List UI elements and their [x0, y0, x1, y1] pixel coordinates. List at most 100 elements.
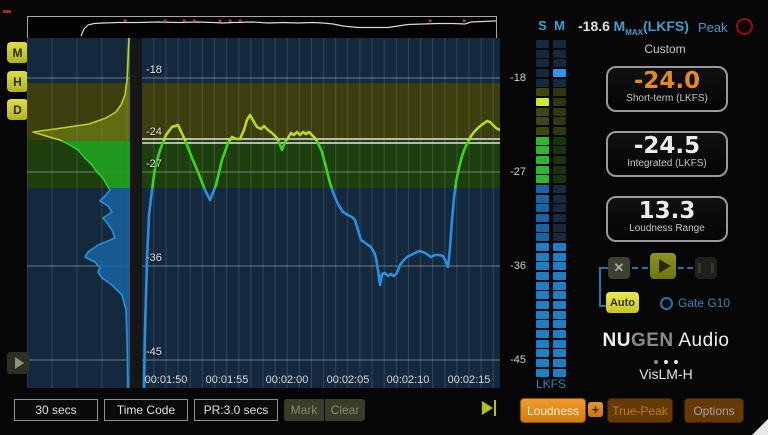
meter-segment-m [553, 146, 566, 154]
tab-true-peak[interactable]: True-Peak [607, 398, 673, 423]
page-dot[interactable] [654, 360, 658, 364]
histogram-expand-button[interactable] [7, 352, 29, 374]
play-icon [659, 259, 671, 273]
meter-segment-m [553, 253, 566, 261]
meter-segment-m [553, 330, 566, 338]
meter-segment-s [536, 50, 549, 58]
meter-segment-s [536, 291, 549, 299]
logo-gen: GEN [631, 330, 674, 351]
meter-segment-m [553, 291, 566, 299]
tab-loudness[interactable]: Loudness [520, 398, 586, 423]
add-view-button[interactable]: + [588, 402, 603, 417]
meter-segment-m [553, 282, 566, 290]
mmax-letter: M [614, 18, 626, 34]
meter-segment-m [553, 79, 566, 87]
clear-button[interactable]: Clear [325, 399, 365, 421]
meter-segment-s [536, 301, 549, 309]
meter-segment-s [536, 311, 549, 319]
peak-indicator-led[interactable] [736, 18, 753, 35]
mark-button[interactable]: Mark [284, 399, 324, 421]
options-button[interactable]: Options [684, 398, 744, 423]
meter-segment-m [553, 369, 566, 377]
meter-segment-s [536, 88, 549, 96]
reset-button[interactable]: ✕ [608, 257, 630, 279]
meter-segment-s [536, 117, 549, 125]
meter-segment-m [553, 272, 566, 280]
timecode-button[interactable]: Time Code [104, 399, 188, 421]
meter-segment-m [553, 359, 566, 367]
skip-to-end-button[interactable] [482, 400, 499, 417]
meter-segment-s [536, 330, 549, 338]
meter-segment-m [553, 214, 566, 222]
meter-segment-m [553, 50, 566, 58]
logo-audio: Audio [674, 330, 730, 351]
mode-button-label: M [13, 46, 23, 60]
y-axis-label: -18 [146, 64, 162, 76]
product-name: VisLM-H [596, 366, 736, 382]
loudness-range-readout: 13.3 Loudness Range [606, 196, 728, 242]
meter-segment-m [553, 88, 566, 96]
mmax-unit: (LKFS) [643, 18, 689, 34]
meter-segment-s [536, 175, 549, 183]
meter-segment-m [553, 40, 566, 48]
distribution-histogram [27, 38, 130, 388]
meter-segment-s [536, 156, 549, 164]
meter-segment-s [536, 108, 549, 116]
y-axis-label: -27 [146, 158, 162, 170]
y-axis-label: -36 [146, 252, 162, 264]
history-overview-strip[interactable] [27, 16, 497, 40]
gate-label[interactable]: Gate G10 [678, 296, 730, 310]
meter-segment-s [536, 214, 549, 222]
vislm-plugin-window: M H D -18-24-27-36-45 00:01:5000:01:5500… [0, 0, 768, 435]
meter-unit-label: LKFS [530, 377, 572, 391]
meter-segment-s [536, 137, 549, 145]
window-length-button[interactable]: 30 secs [14, 399, 98, 421]
meter-segment-s [536, 253, 549, 261]
mode-button-momentary[interactable]: M [7, 42, 28, 63]
meter-segment-m [553, 98, 566, 106]
play-button[interactable] [650, 253, 676, 279]
level-meters [536, 40, 566, 380]
auto-button[interactable]: Auto [606, 292, 639, 313]
integrated-value: -24.5 [608, 134, 726, 158]
mode-button-distribution[interactable]: D [7, 99, 28, 120]
meter-segment-m [553, 349, 566, 357]
meter-segment-m [553, 204, 566, 212]
pr-window-button[interactable]: PR:3.0 secs [194, 399, 278, 421]
loudness-distribution-panel[interactable] [27, 38, 130, 388]
y-axis-label: -45 [146, 346, 162, 358]
mode-button-history[interactable]: H [7, 71, 28, 92]
meter-segment-m [553, 127, 566, 135]
meter-segment-s [536, 272, 549, 280]
meter-scale: -18-27-36-45 [496, 0, 526, 390]
integrated-label: Integrated (LKFS) [608, 158, 726, 169]
meter-segment-m [553, 108, 566, 116]
meter-segment-m [553, 59, 566, 67]
meter-segment-m [553, 262, 566, 270]
peak-label: Peak [698, 20, 728, 35]
meter-segment-s [536, 127, 549, 135]
meter-segment-s [536, 185, 549, 193]
meter-segment-s [536, 340, 549, 348]
meter-scale-label: -45 [496, 354, 526, 366]
loudness-range-label: Loudness Range [608, 223, 726, 234]
resize-handle[interactable] [752, 419, 768, 435]
short-term-value: -24.0 [608, 69, 726, 93]
gate-radio-button[interactable] [660, 297, 673, 310]
meter-segment-m [553, 69, 566, 77]
meter-segment-m [553, 117, 566, 125]
meter-segment-s [536, 40, 549, 48]
short-term-label: Short-term (LKFS) [608, 93, 726, 104]
page-dot[interactable] [664, 360, 668, 364]
meter-segment-m [553, 224, 566, 232]
transport-connector [632, 267, 648, 269]
meter-segment-m [553, 185, 566, 193]
meter-segment-m [553, 320, 566, 328]
page-dot[interactable] [674, 360, 678, 364]
pause-button[interactable] [695, 257, 717, 279]
skip-to-end-icon-bar [494, 400, 496, 416]
meter-segment-s [536, 320, 549, 328]
meter-segment-m [553, 233, 566, 241]
loudness-history-graph[interactable]: -18-24-27-36-45 [142, 38, 500, 388]
meter-segment-m [553, 311, 566, 319]
